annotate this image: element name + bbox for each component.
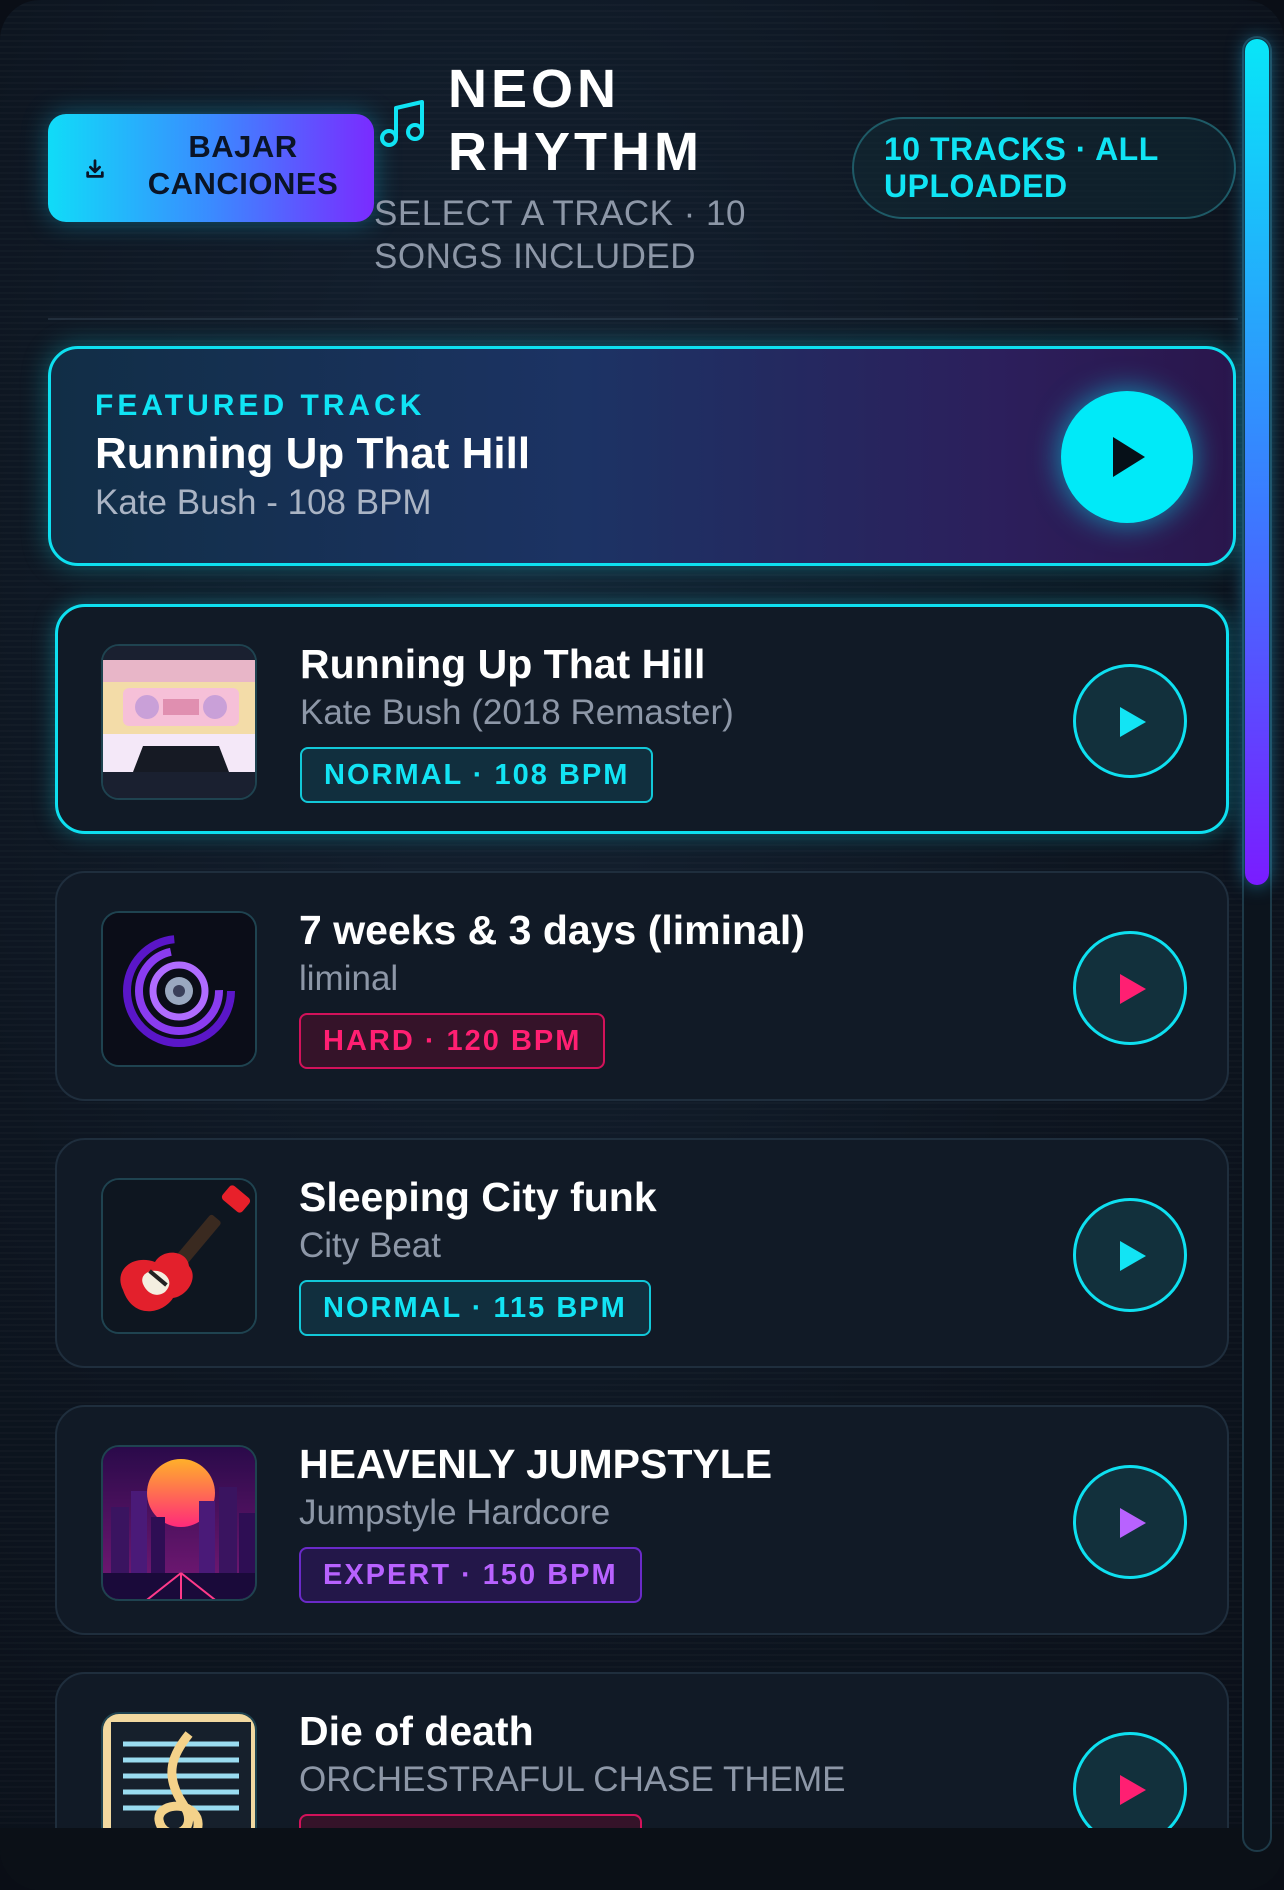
- play-button[interactable]: [1073, 931, 1187, 1045]
- bottom-safe-area: [0, 1828, 1284, 1890]
- tracks-status-badge: 10 TRACKS · ALL UPLOADED: [852, 117, 1236, 219]
- track-title: Sleeping City funk: [299, 1174, 657, 1220]
- track-card[interactable]: 7 weeks & 3 days (liminal) liminal HARD …: [55, 871, 1229, 1101]
- track-card[interactable]: HEAVENLY JUMPSTYLE Jumpstyle Hardcore EX…: [55, 1405, 1229, 1635]
- track-title: Die of death: [299, 1708, 534, 1754]
- app-frame: BAJAR CANCIONES NEON RHYTHM SELECT A TRA…: [0, 0, 1284, 1890]
- play-icon: [1120, 974, 1146, 1004]
- track-title: Running Up That Hill: [300, 641, 706, 687]
- track-artist: Jumpstyle Hardcore: [299, 1493, 611, 1532]
- difficulty-badge: NORMAL · 108 BPM: [300, 747, 654, 803]
- guitar-art: [101, 1178, 257, 1334]
- play-icon: [1120, 707, 1146, 737]
- app-subtitle: SELECT A TRACK · 10 SONGS INCLUDED: [374, 194, 746, 276]
- track-card[interactable]: Running Up That Hill Kate Bush (2018 Rem…: [55, 604, 1229, 834]
- track-artist: liminal: [299, 959, 399, 998]
- scrollbar-thumb[interactable]: [1245, 39, 1269, 885]
- featured-play-button[interactable]: [1061, 391, 1193, 523]
- play-button[interactable]: [1073, 1198, 1187, 1312]
- track-artist: Kate Bush (2018 Remaster): [300, 693, 734, 732]
- play-icon: [1120, 1241, 1146, 1271]
- difficulty-badge: HARD · 120 BPM: [299, 1013, 606, 1069]
- header-divider: [48, 318, 1238, 320]
- spiral-art: [101, 911, 257, 1067]
- track-title: 7 weeks & 3 days (liminal): [299, 907, 805, 953]
- difficulty-badge: NORMAL · 115 BPM: [299, 1280, 651, 1336]
- download-songs-button[interactable]: BAJAR CANCIONES: [48, 114, 374, 222]
- app-title: NEON RHYTHM: [448, 59, 703, 182]
- featured-track-card[interactable]: FEATURED TRACK Running Up That Hill Kate…: [48, 346, 1236, 566]
- download-songs-label: BAJAR CANCIONES: [147, 129, 339, 201]
- track-artist: City Beat: [299, 1226, 441, 1265]
- play-icon: [1120, 1508, 1146, 1538]
- difficulty-badge: EXPERT · 150 BPM: [299, 1547, 642, 1603]
- track-title: HEAVENLY JUMPSTYLE: [299, 1441, 773, 1487]
- play-button[interactable]: [1073, 1465, 1187, 1579]
- play-button[interactable]: [1073, 664, 1187, 778]
- music-note-icon: [380, 100, 424, 147]
- synthwave-city-art: [101, 1445, 257, 1601]
- cassette-art: [101, 644, 257, 800]
- play-icon: [1113, 437, 1145, 477]
- download-icon: [86, 159, 104, 178]
- track-card[interactable]: Sleeping City funk City Beat NORMAL · 11…: [55, 1138, 1229, 1368]
- featured-kicker: FEATURED TRACK: [95, 389, 426, 422]
- track-artist: ORCHESTRAFUL CHASE THEME: [299, 1760, 846, 1799]
- featured-title: Running Up That Hill: [95, 429, 531, 478]
- featured-subtitle: Kate Bush - 108 BPM: [95, 483, 432, 522]
- play-icon: [1120, 1775, 1146, 1805]
